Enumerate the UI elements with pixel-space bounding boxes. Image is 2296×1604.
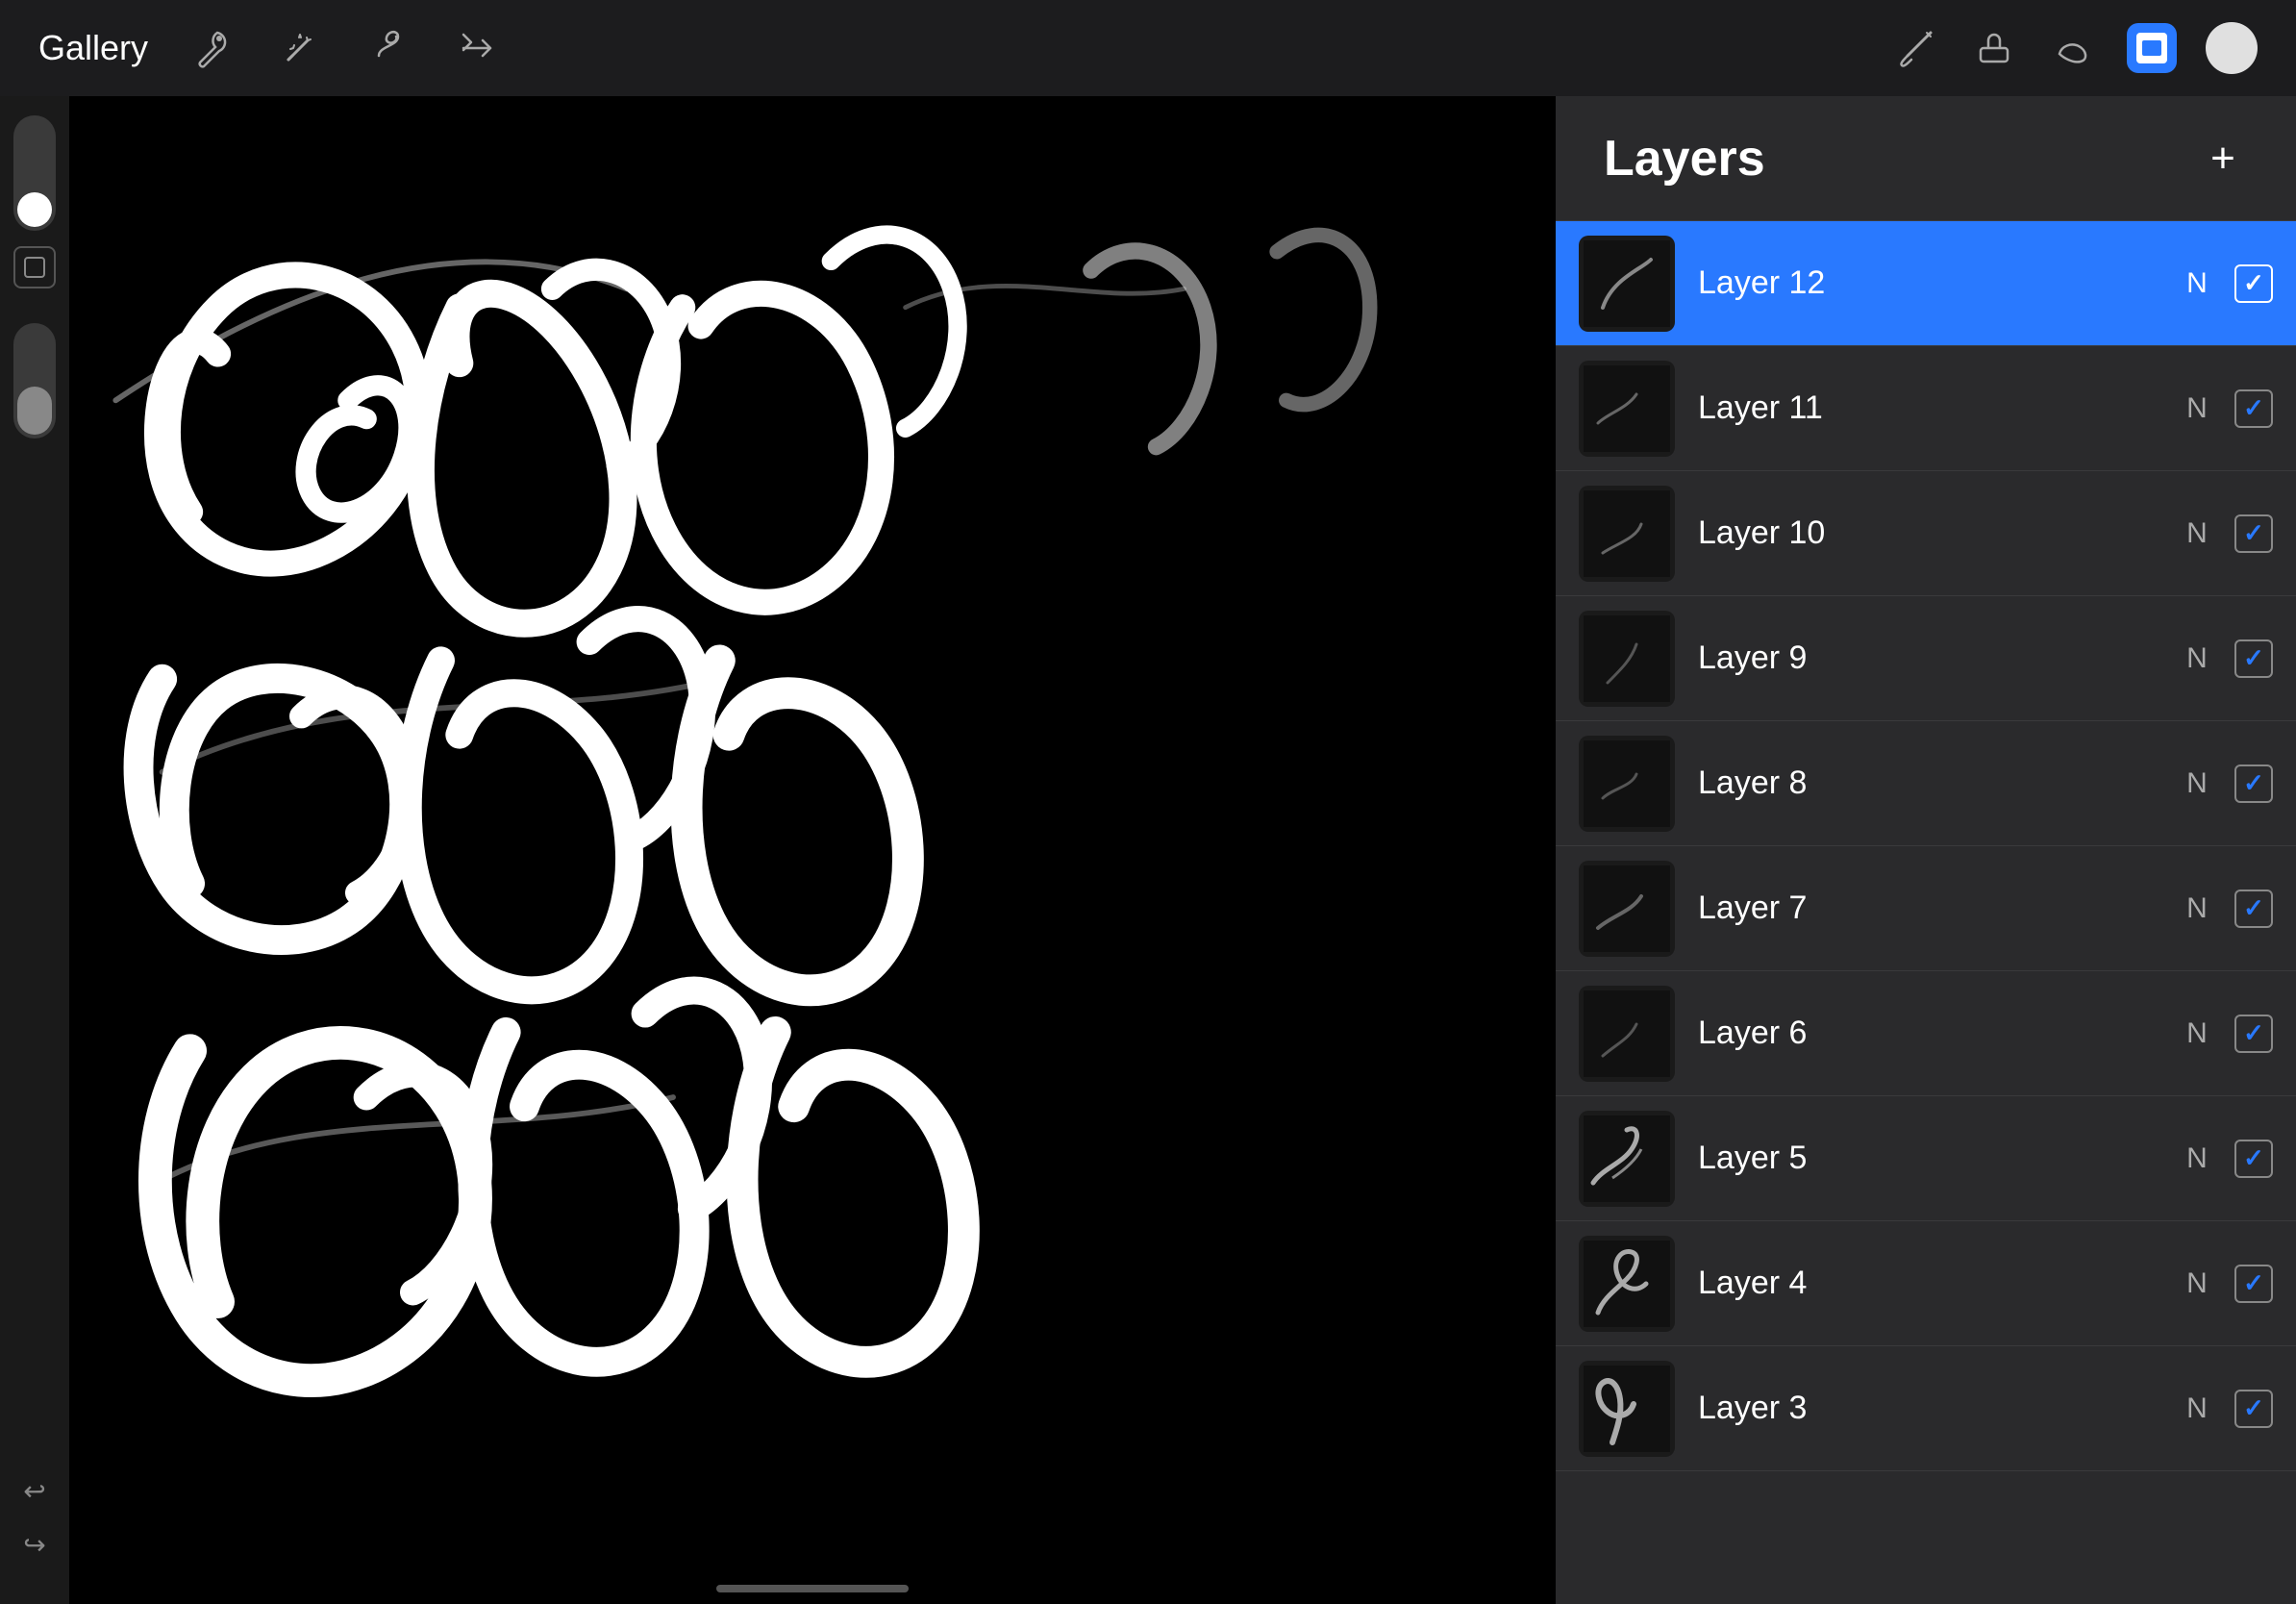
layer-item-8[interactable]: Layer 8 N [1556, 721, 2296, 846]
layer-thumb-3 [1579, 1361, 1675, 1457]
layer-mode-10[interactable]: N [2183, 517, 2211, 550]
opacity-slider[interactable] [13, 323, 56, 439]
layer-visibility-8[interactable] [2234, 764, 2273, 803]
layer-visibility-9[interactable] [2234, 639, 2273, 678]
transform-tool[interactable] [452, 23, 502, 73]
canvas-artwork [69, 96, 1556, 1604]
opacity-fill [17, 387, 52, 435]
layers-title: Layers [1604, 130, 1765, 188]
layer-thumb-4 [1579, 1236, 1675, 1332]
layer-mode-9[interactable]: N [2183, 642, 2211, 675]
layer-thumb-8 [1579, 736, 1675, 832]
layer-item-4[interactable]: Layer 4 N [1556, 1221, 2296, 1346]
layer-item-7[interactable]: Layer 7 N [1556, 846, 2296, 971]
layer-item-9[interactable]: Layer 9 N [1556, 596, 2296, 721]
layer-name-7: Layer 7 [1698, 890, 2159, 927]
layer-name-10: Layer 10 [1698, 514, 2159, 552]
toolbar: Gallery [0, 0, 2296, 96]
layer-name-4: Layer 4 [1698, 1265, 2159, 1302]
layer-visibility-10[interactable] [2234, 514, 2273, 553]
toolbar-right [1890, 22, 2258, 74]
gallery-button[interactable]: Gallery [38, 28, 148, 68]
toolbar-left: Gallery [38, 23, 1890, 73]
brush-tool-icon[interactable] [1890, 23, 1940, 73]
layer-mode-11[interactable]: N [2183, 392, 2211, 425]
layer-thumb-7 [1579, 861, 1675, 957]
undo-button[interactable]: ↩ [13, 1469, 56, 1512]
layer-mode-7[interactable]: N [2183, 892, 2211, 925]
smudge-right-tool-icon[interactable] [2048, 23, 2098, 73]
layer-name-6: Layer 6 [1698, 1015, 2159, 1052]
layer-item-12[interactable]: Layer 12 N [1556, 221, 2296, 346]
layer-name-9: Layer 9 [1698, 639, 2159, 677]
redo-button[interactable]: ↪ [13, 1523, 56, 1566]
magic-tool[interactable] [275, 23, 325, 73]
eraser-tool-icon[interactable] [1969, 23, 2019, 73]
layer-mode-5[interactable]: N [2183, 1142, 2211, 1175]
layer-item-10[interactable]: Layer 10 N [1556, 471, 2296, 596]
layer-thumb-11 [1579, 361, 1675, 457]
layer-mode-12[interactable]: N [2183, 267, 2211, 300]
layer-thumb-6 [1579, 986, 1675, 1082]
layer-thumb-5 [1579, 1111, 1675, 1207]
layer-thumb-9 [1579, 611, 1675, 707]
wrench-tool[interactable] [187, 23, 237, 73]
layer-name-5: Layer 5 [1698, 1140, 2159, 1177]
layers-panel: Layers + Layer 12NLayer 11NLayer 10NLaye… [1556, 96, 2296, 1604]
layer-visibility-12[interactable] [2234, 264, 2273, 303]
main-area: ↩ ↪ [0, 96, 2296, 1604]
layer-item-6[interactable]: Layer 6 N [1556, 971, 2296, 1096]
left-sidebar: ↩ ↪ [0, 96, 69, 1604]
layer-name-12: Layer 12 [1698, 264, 2159, 302]
layer-visibility-11[interactable] [2234, 389, 2273, 428]
canvas-area [69, 96, 1556, 1604]
brush-size-fill [17, 192, 52, 227]
layer-item-11[interactable]: Layer 11 N [1556, 346, 2296, 471]
layer-name-3: Layer 3 [1698, 1390, 2159, 1427]
layer-visibility-3[interactable] [2234, 1390, 2273, 1428]
layer-item-5[interactable]: Layer 5 N [1556, 1096, 2296, 1221]
brush-size-slider[interactable] [13, 115, 56, 231]
layer-visibility-6[interactable] [2234, 1015, 2273, 1053]
layer-mode-4[interactable]: N [2183, 1267, 2211, 1300]
undo-redo-group: ↩ ↪ [13, 1469, 56, 1585]
layer-mode-8[interactable]: N [2183, 767, 2211, 800]
layer-item-3[interactable]: Layer 3 N [1556, 1346, 2296, 1471]
scrubber-bar[interactable] [716, 1585, 909, 1592]
layer-visibility-4[interactable] [2234, 1265, 2273, 1303]
layer-visibility-5[interactable] [2234, 1140, 2273, 1178]
layer-mode-3[interactable]: N [2183, 1392, 2211, 1425]
layer-thumb-10 [1579, 486, 1675, 582]
layers-tool-icon[interactable] [2127, 23, 2177, 73]
color-picker[interactable] [2206, 22, 2258, 74]
layers-list: Layer 12NLayer 11NLayer 10NLayer 9NLayer… [1556, 221, 2296, 1604]
add-layer-button[interactable]: + [2198, 134, 2248, 184]
smudge-tool[interactable] [363, 23, 413, 73]
layer-name-8: Layer 8 [1698, 764, 2159, 802]
layer-visibility-7[interactable] [2234, 890, 2273, 928]
layer-thumb-12 [1579, 236, 1675, 332]
layer-mode-6[interactable]: N [2183, 1017, 2211, 1050]
layer-name-11: Layer 11 [1698, 389, 2159, 427]
shape-tool[interactable] [13, 246, 56, 288]
layers-header: Layers + [1556, 96, 2296, 221]
